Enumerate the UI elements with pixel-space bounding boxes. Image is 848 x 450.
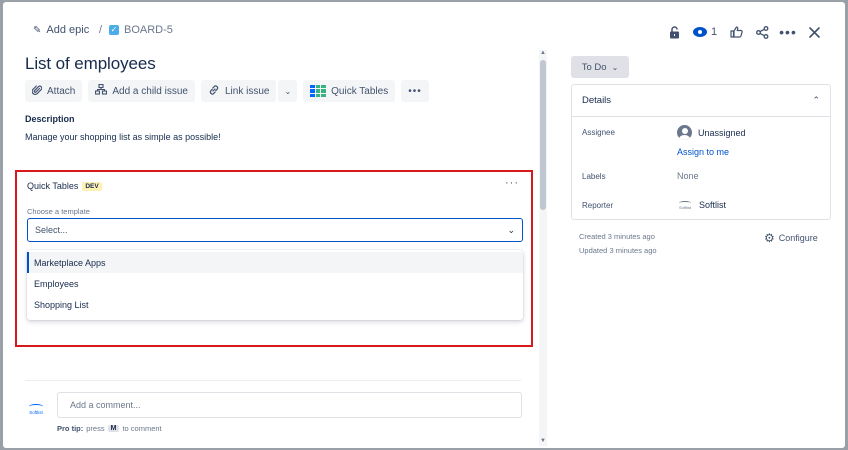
protip-prefix: Pro tip:: [57, 424, 84, 433]
issue-toolbar: Attach Add a child issue Link issue ⌄ Qu…: [25, 80, 429, 102]
panel-more-button[interactable]: ···: [505, 177, 519, 189]
attach-label: Attach: [47, 85, 76, 97]
pencil-icon: ✎: [33, 24, 42, 36]
person-avatar-icon: [677, 125, 692, 140]
header-actions: 1 •••: [661, 21, 827, 43]
toolbar-more-button[interactable]: •••: [401, 80, 429, 102]
chevron-down-icon: ⌄: [611, 62, 619, 72]
link-issue-dropdown[interactable]: ⌄: [278, 80, 298, 102]
issue-modal: ✎ Add epic / ✓ BOARD-5 1 ••• List of emp…: [3, 2, 845, 448]
status-label: To Do: [581, 61, 607, 73]
softlist-logo-icon: Softlist: [677, 199, 693, 211]
template-select[interactable]: Select... ⌄: [27, 218, 523, 242]
dev-badge: DEV: [82, 181, 102, 191]
reporter-label: Reporter: [582, 201, 614, 210]
vote-button[interactable]: [723, 21, 749, 43]
watch-button[interactable]: 1: [687, 21, 723, 43]
softlist-logo-icon: [29, 403, 43, 409]
chevron-up-icon: ⌃: [812, 95, 820, 105]
description-text[interactable]: Manage your shopping list as simple as p…: [25, 132, 221, 142]
template-select-value: Select...: [35, 225, 68, 235]
add-child-issue-button[interactable]: Add a child issue: [88, 80, 195, 102]
protip-press: press: [86, 424, 105, 433]
issue-key-link[interactable]: ✓ BOARD-5: [109, 24, 173, 36]
updated-timestamp: Updated 3 minutes ago: [579, 246, 657, 255]
issue-key: BOARD-5: [124, 24, 173, 36]
gear-icon: ⚙: [764, 231, 775, 245]
task-type-icon: ✓: [109, 25, 119, 35]
scroll-down-arrow-icon[interactable]: ▼: [539, 438, 547, 446]
quick-tables-button[interactable]: Quick Tables: [303, 80, 396, 102]
reporter-logo-text: Softlist: [678, 204, 691, 210]
scroll-up-arrow-icon[interactable]: ▲: [539, 50, 547, 58]
breadcrumb-separator: /: [99, 24, 103, 36]
configure-button[interactable]: ⚙ Configure: [764, 231, 818, 245]
description-label: Description: [25, 114, 75, 124]
assignee-field[interactable]: Unassigned: [677, 125, 746, 140]
paperclip-icon: [31, 84, 43, 99]
issue-title[interactable]: List of employees: [25, 54, 156, 74]
protip-key: M: [107, 425, 120, 432]
quick-tables-panel: Quick Tables DEV ··· Choose a template S…: [15, 170, 533, 347]
quick-tables-icon: [310, 85, 327, 97]
created-timestamp: Created 3 minutes ago: [579, 232, 655, 241]
attach-button[interactable]: Attach: [25, 80, 83, 102]
template-dropdown-menu: Marketplace Apps Employees Shopping List: [27, 250, 523, 320]
chevron-down-icon: ⌄: [507, 224, 515, 235]
quick-tables-panel-title: Quick Tables: [27, 181, 79, 191]
share-button[interactable]: [749, 21, 775, 43]
lock-icon: [669, 25, 679, 38]
template-option[interactable]: Employees: [27, 273, 523, 294]
more-actions-button[interactable]: •••: [775, 21, 801, 43]
status-dropdown[interactable]: To Do ⌄: [571, 56, 629, 78]
thumbs-up-icon: [729, 26, 743, 38]
share-icon: [755, 25, 768, 39]
assignee-label: Assignee: [582, 128, 615, 137]
link-issue-split: Link issue ⌄: [200, 80, 298, 102]
template-option[interactable]: Shopping List: [27, 294, 523, 315]
link-issue-button[interactable]: Link issue: [200, 80, 277, 102]
pro-tip: Pro tip: press M to comment: [57, 424, 162, 433]
link-issue-label: Link issue: [224, 85, 270, 97]
reporter-value: Softlist: [699, 200, 727, 210]
activity-divider: [25, 380, 521, 381]
labels-value[interactable]: None: [677, 171, 699, 181]
modal-header: ✎ Add epic / ✓ BOARD-5 1 •••: [3, 2, 845, 58]
assign-to-me-link[interactable]: Assign to me: [677, 147, 729, 157]
more-dots-icon: •••: [779, 24, 797, 40]
details-header[interactable]: Details ⌃: [572, 85, 830, 117]
add-epic-label: Add epic: [46, 24, 90, 36]
eye-icon: [692, 27, 707, 37]
avatar-logo-text: Softlist: [29, 409, 43, 415]
reporter-field[interactable]: Softlist Softlist: [677, 199, 726, 211]
comment-input[interactable]: Add a comment...: [57, 392, 522, 418]
details-title: Details: [582, 95, 612, 106]
hierarchy-icon: [95, 83, 108, 98]
scroll-thumb[interactable]: [540, 60, 546, 210]
left-scrollbar[interactable]: ▲ ▼: [539, 50, 547, 446]
lock-button[interactable]: [661, 21, 687, 43]
quick-tables-label: Quick Tables: [331, 85, 389, 97]
watch-count: 1: [710, 26, 718, 38]
add-epic-link[interactable]: ✎ Add epic: [33, 24, 89, 36]
template-option[interactable]: Marketplace Apps: [27, 252, 523, 273]
link-icon: [208, 84, 220, 99]
more-dots-icon: •••: [408, 85, 422, 97]
configure-label: Configure: [778, 233, 818, 243]
close-icon: [808, 26, 820, 38]
quick-tables-panel-header: Quick Tables DEV: [27, 181, 102, 191]
assignee-value: Unassigned: [698, 127, 746, 138]
details-panel: Details ⌃ Assignee Unassigned Assign to …: [571, 84, 831, 220]
add-child-issue-label: Add a child issue: [112, 85, 188, 97]
close-button[interactable]: [801, 21, 827, 43]
protip-suffix: to comment: [122, 424, 162, 433]
labels-label: Labels: [582, 172, 606, 181]
more-dots-icon: ···: [505, 177, 519, 189]
template-label: Choose a template: [27, 207, 90, 216]
chevron-down-icon: ⌄: [284, 86, 292, 96]
avatar: Softlist: [25, 398, 47, 420]
